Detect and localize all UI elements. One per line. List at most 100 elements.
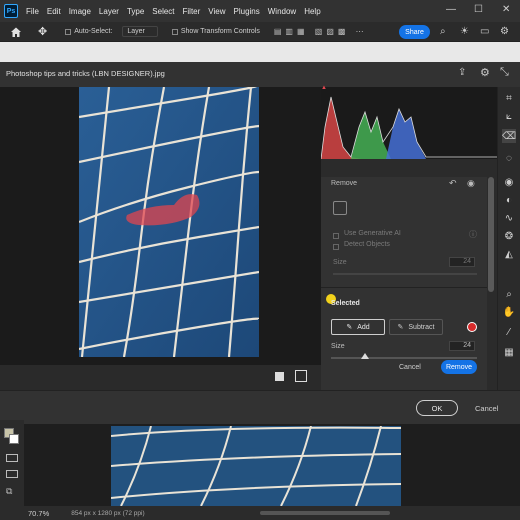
background-canvas xyxy=(24,424,520,506)
align-icons[interactable]: ▤▥▦ ▧▨▩ ⋯ xyxy=(274,27,368,36)
dialog-settings-gear-icon[interactable]: ⚙ xyxy=(480,66,490,79)
home-icon[interactable] xyxy=(10,26,22,38)
info-icon[interactable]: ⓘ xyxy=(469,229,477,240)
panel-scrollbar[interactable] xyxy=(488,177,494,292)
more-tools-icon[interactable]: ⧉ xyxy=(6,486,12,497)
settings-gear-icon[interactable]: ⚙ xyxy=(500,26,509,37)
generative-ai-checkbox[interactable] xyxy=(333,231,342,240)
background-photo xyxy=(111,426,401,506)
show-transform-checkbox[interactable] xyxy=(171,27,181,36)
menu-select[interactable]: Select xyxy=(152,7,174,16)
ok-button[interactable]: OK xyxy=(416,400,458,416)
brush-subtract-icon: ✎ xyxy=(397,324,404,331)
size-value[interactable]: 24 xyxy=(449,341,475,351)
brush-add-icon: ✎ xyxy=(346,324,353,331)
status-bar: 70.7% 854 px x 1280 px (72 ppi) xyxy=(0,506,520,520)
add-button[interactable]: ✎ Add xyxy=(331,319,385,335)
move-tool-icon[interactable]: ✥ xyxy=(38,25,47,38)
auto-select-checkbox[interactable] xyxy=(65,27,74,36)
pencil-icon[interactable] xyxy=(351,201,365,215)
left-toolbar: ⧉ xyxy=(0,420,24,520)
sharpen-icon[interactable]: ◭ xyxy=(502,247,516,261)
menu-file[interactable]: File xyxy=(26,7,39,16)
size-slider-top[interactable] xyxy=(333,273,477,275)
remove-panel: Remove ↶ ◉ Use Generative AI ⓘ Detect Ob… xyxy=(321,177,487,390)
layer-dropdown[interactable]: Layer xyxy=(122,26,158,37)
document-info: 854 px x 1280 px (72 ppi) xyxy=(71,509,145,517)
selected-heading: Selected xyxy=(331,300,360,307)
auto-select-label: Auto-Select: xyxy=(74,28,113,35)
export-icon[interactable]: ⇪ xyxy=(458,67,466,78)
zoom-level[interactable]: 70.7% xyxy=(28,509,49,518)
remove-title: Remove xyxy=(331,180,358,187)
menu-layer[interactable]: Layer xyxy=(99,7,119,16)
canvas-area[interactable] xyxy=(0,87,321,365)
subtract-button[interactable]: ✎ Subtract xyxy=(389,319,443,335)
search-icon[interactable]: ⌕ xyxy=(440,26,446,37)
eye-tool-icon[interactable]: ◉ xyxy=(502,175,516,189)
crop-icon[interactable]: ⌗ xyxy=(502,91,516,105)
size-slider[interactable] xyxy=(331,357,477,359)
visibility-eye-icon[interactable]: ◉ xyxy=(467,178,475,189)
menu-edit[interactable]: Edit xyxy=(47,7,61,16)
menu-window[interactable]: Window xyxy=(268,7,296,16)
options-bar: ✥ Auto-Select: Layer Show Transform Cont… xyxy=(0,22,520,42)
document-tab-strip xyxy=(0,42,520,62)
dialog-title: Photoshop tips and tricks (LBN DESIGNER)… xyxy=(6,69,165,78)
workspace-icon[interactable]: ▭ xyxy=(480,26,489,37)
collapse-icon[interactable]: ⤡ xyxy=(500,66,509,79)
selection-icon[interactable]: ◌ xyxy=(502,151,516,165)
color-icon[interactable]: ◐ xyxy=(502,193,516,207)
divider xyxy=(321,287,487,288)
right-tool-strip: ⌗ ⟀ ⌫ ◌ ◉ ◐ ∿ ❂ ◭ ⌕ ✋ ⁄ ▦ xyxy=(497,87,520,390)
dialog-footer: OK Cancel xyxy=(0,390,520,424)
dialog-cancel-button[interactable]: Cancel xyxy=(475,404,498,413)
net-photo[interactable] xyxy=(79,87,259,357)
close-window-button[interactable]: ✕ xyxy=(502,4,510,15)
detect-objects-checkbox[interactable] xyxy=(333,242,342,251)
quick-mask-icon[interactable] xyxy=(6,454,18,462)
stamp-icon[interactable] xyxy=(369,201,383,215)
photoshop-logo: Ps xyxy=(4,4,18,18)
horizontal-scrollbar[interactable] xyxy=(260,511,390,515)
mask-color-swatch[interactable] xyxy=(467,322,477,332)
canvas-bottom-bar xyxy=(0,365,321,390)
maximize-button[interactable]: ☐ xyxy=(474,4,483,15)
zoom-icon[interactable]: ⌕ xyxy=(502,287,516,301)
menu-plugins[interactable]: Plugins xyxy=(234,7,260,16)
add-label: Add xyxy=(357,323,370,331)
size-slider-thumb[interactable] xyxy=(361,353,369,359)
menu-type[interactable]: Type xyxy=(127,7,144,16)
hand-icon[interactable]: ✋ xyxy=(502,305,516,319)
clip-warning-icon[interactable]: ▲ xyxy=(321,85,327,91)
show-transform-label: Show Transform Controls xyxy=(180,28,260,35)
remove-brush-icon[interactable] xyxy=(333,201,347,215)
remove-button[interactable]: Remove xyxy=(441,360,477,374)
background-color-swatch[interactable] xyxy=(9,434,19,444)
menu-view[interactable]: View xyxy=(208,7,225,16)
remove-cancel-button[interactable]: Cancel xyxy=(399,364,421,371)
filter-icon[interactable]: ❂ xyxy=(502,229,516,243)
generative-ai-label: Use Generative AI xyxy=(344,230,401,237)
learn-icon[interactable]: ☀ xyxy=(460,26,469,37)
grid-icon[interactable]: ▦ xyxy=(502,345,516,359)
view-single-icon[interactable] xyxy=(275,372,284,381)
share-button[interactable]: Share xyxy=(399,25,430,39)
curves-icon[interactable]: ∿ xyxy=(502,211,516,225)
histogram xyxy=(321,87,497,159)
eyedropper-icon[interactable]: ⁄ xyxy=(502,325,516,339)
remove-dialog: Photoshop tips and tricks (LBN DESIGNER)… xyxy=(0,62,520,424)
subtract-label: Subtract xyxy=(408,323,435,331)
menu-help[interactable]: Help xyxy=(304,7,320,16)
menu-image[interactable]: Image xyxy=(69,7,91,16)
split-view-icon[interactable] xyxy=(295,370,307,382)
screen-mode-icon[interactable] xyxy=(6,470,18,478)
eraser-icon[interactable]: ⌫ xyxy=(502,129,516,143)
size-value-top[interactable]: 24 xyxy=(449,257,475,267)
size-label: Size xyxy=(331,343,345,350)
reset-icon[interactable]: ↶ xyxy=(449,178,457,189)
transform-icon[interactable]: ⟀ xyxy=(502,109,516,123)
menu-filter[interactable]: Filter xyxy=(183,7,201,16)
minimize-button[interactable]: — xyxy=(446,4,456,15)
menu-bar: Ps File Edit Image Layer Type Select Fil… xyxy=(0,0,520,22)
